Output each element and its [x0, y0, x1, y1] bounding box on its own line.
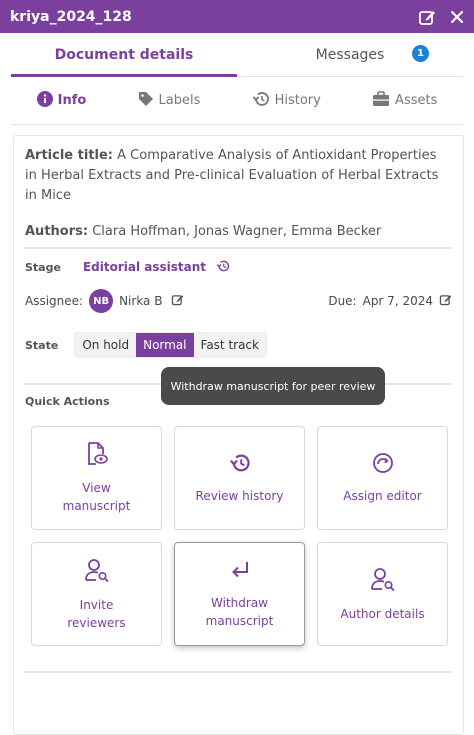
main-tabs: Document details Messages 1 [11, 33, 463, 77]
tab-document-details[interactable]: Document details [11, 33, 237, 77]
due-value: Apr 7, 2024 [362, 294, 433, 308]
history-icon [252, 91, 270, 111]
subtab-info[interactable]: Info [36, 90, 86, 111]
subtab-assets[interactable]: Assets [372, 90, 437, 111]
tab-messages[interactable]: Messages 1 [237, 33, 463, 76]
review-history-button[interactable]: Review history [174, 426, 305, 530]
stage-value[interactable]: Editorial assistant [83, 260, 206, 274]
user-search-icon [370, 566, 396, 605]
assignee-name: Nirka B [119, 294, 163, 308]
state-fast-track[interactable]: Fast track [193, 333, 266, 357]
history-icon [229, 452, 251, 487]
sub-tabs: Info Labels History Assets [11, 77, 463, 125]
author-details-button[interactable]: Author details [317, 542, 448, 646]
document-info-card: Article title: A Comparative Analysis of… [13, 135, 464, 735]
assignee-row: Assignee: NB Nirka B Due: Apr 7, 2024 [25, 287, 452, 315]
window-title: kriya_2024_128 [10, 8, 132, 25]
assign-editor-button[interactable]: Assign editor [317, 426, 448, 530]
info-icon [36, 90, 53, 111]
quick-actions-title: Quick Actions [25, 395, 110, 408]
divider [25, 671, 452, 673]
withdraw-manuscript-button[interactable]: Withdraw manuscript [174, 542, 305, 646]
state-row: State On hold Normal Fast track [25, 331, 452, 359]
assignee-label: Assignee: [25, 294, 84, 308]
view-manuscript-button[interactable]: View manuscript [31, 426, 162, 530]
divider [25, 247, 452, 249]
file-eye-icon [86, 441, 108, 479]
state-normal[interactable]: Normal [136, 333, 194, 357]
article-title: Article title: A Comparative Analysis of… [25, 148, 439, 203]
title-bar: kriya_2024_128 [0, 0, 474, 33]
stage-row: Stage Editorial assistant [25, 257, 452, 277]
article-meta: Article title: A Comparative Analysis of… [14, 136, 463, 242]
subtab-history[interactable]: History [252, 91, 321, 111]
article-authors: Authors: Clara Hoffman, Jonas Wagner, Em… [25, 224, 382, 239]
circle-arrow-icon [372, 452, 394, 487]
edit-due-icon[interactable] [439, 293, 452, 309]
user-search-icon [84, 557, 110, 596]
withdraw-tooltip: Withdraw manuscript for peer review [161, 367, 385, 405]
subtab-labels[interactable]: Labels [138, 91, 200, 111]
return-arrow-icon [229, 559, 251, 594]
state-on-hold[interactable]: On hold [75, 333, 137, 357]
edit-icon[interactable] [418, 8, 436, 26]
state-toggle: On hold Normal Fast track [74, 332, 267, 358]
avatar: NB [89, 289, 114, 313]
edit-assignee-icon[interactable] [171, 293, 184, 309]
close-icon[interactable] [450, 10, 464, 24]
tag-icon [138, 91, 154, 111]
invite-reviewers-button[interactable]: Invite reviewers [31, 542, 162, 646]
due-label: Due: [328, 294, 357, 308]
history-icon[interactable] [216, 259, 230, 276]
stage-label: Stage [25, 260, 61, 274]
messages-count-badge: 1 [412, 45, 429, 62]
state-label: State [25, 338, 59, 352]
briefcase-icon [372, 90, 390, 111]
